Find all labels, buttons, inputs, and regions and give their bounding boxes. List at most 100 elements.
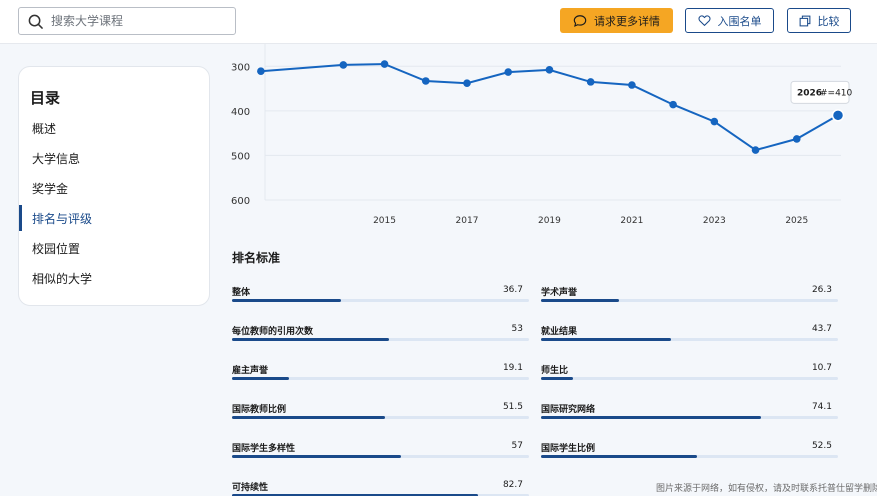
- criteria-bar-track: [541, 377, 838, 380]
- compare-label: 比较: [817, 14, 840, 28]
- request-info-label: 请求更多详情: [594, 14, 660, 28]
- toc-item-overview[interactable]: 概述: [19, 115, 209, 141]
- criteria-score: 82.7: [502, 480, 523, 490]
- ranking-line-chart: 300 400 500 600 2015 2017 2019 2021 2023 2025 20…: [231, 44, 853, 226]
- y-tick-label: 500: [231, 151, 250, 162]
- table-of-contents: 目录 概述 大学信息 奖学金 排名与评级 校园位置 相似的大学: [18, 66, 210, 306]
- criteria-bar-track: [541, 455, 838, 458]
- criteria-bar-track: [232, 416, 529, 419]
- criteria-name: 雇主声誉: [232, 366, 269, 376]
- shortlist-label: 入围名单: [717, 14, 762, 28]
- data-point[interactable]: [339, 61, 348, 69]
- criteria-item: 就业结果 43.7: [541, 324, 838, 344]
- toc-item-label: 概述: [32, 121, 57, 136]
- criteria-bar-fill: [232, 377, 289, 380]
- criteria-bar-track: [232, 377, 529, 380]
- criteria-item: 国际研究网络 74.1: [541, 402, 838, 422]
- criteria-score: 19.1: [502, 363, 523, 373]
- criteria-item: 雇主声誉 19.1: [232, 363, 529, 383]
- criteria-bar-fill: [232, 416, 385, 419]
- toc-item-university-info[interactable]: 大学信息: [19, 145, 209, 171]
- toc-item-rankings[interactable]: 排名与评级: [19, 205, 209, 231]
- criteria-name: 学术声誉: [541, 288, 578, 298]
- request-info-button[interactable]: 请求更多详情: [560, 8, 673, 33]
- chart-tooltip: 2026 #=410: [790, 80, 853, 104]
- tooltip-value: #=410: [820, 88, 853, 98]
- criteria-item: 国际学生比例 52.5: [541, 441, 838, 461]
- criteria-bar-track: [541, 416, 838, 419]
- toc-item-similar-universities[interactable]: 相似的大学: [19, 265, 209, 291]
- criteria-bar-fill: [232, 338, 390, 341]
- data-point[interactable]: [628, 81, 636, 89]
- criteria-title: 排名标准: [232, 251, 281, 265]
- y-tick-label: 300: [231, 62, 250, 73]
- data-point[interactable]: [586, 78, 595, 86]
- criteria-item: 整体 36.7: [232, 285, 529, 305]
- criteria-bar-fill: [232, 299, 341, 302]
- criteria-name: 师生比: [541, 366, 569, 376]
- heart-icon: [697, 15, 711, 27]
- criteria-bar-track: [232, 299, 529, 302]
- criteria-bar-track: [541, 338, 838, 341]
- criteria-score: 52.5: [811, 441, 832, 451]
- data-point[interactable]: [545, 66, 554, 74]
- criteria-item: 可持续性 82.7: [232, 480, 529, 496]
- data-point[interactable]: [504, 68, 513, 76]
- highlighted-data-point[interactable]: [831, 109, 845, 122]
- criteria-score: 26.3: [811, 285, 832, 295]
- criteria-item: 国际学生多样性 57: [232, 441, 529, 461]
- data-point[interactable]: [380, 60, 389, 68]
- criteria-name: 国际学生比例: [541, 444, 596, 454]
- data-point[interactable]: [421, 77, 430, 85]
- criteria-item: 学术声誉 26.3: [541, 285, 838, 305]
- x-tick-label: 2023: [703, 216, 726, 226]
- toc-item-label: 大学信息: [32, 151, 81, 166]
- criteria-score: 51.5: [502, 402, 523, 412]
- toc-item-label: 排名与评级: [32, 211, 93, 226]
- ranking-series-points: [257, 60, 845, 154]
- criteria-bar-fill: [541, 338, 671, 341]
- criteria-bar-fill: [232, 455, 402, 458]
- data-point[interactable]: [710, 117, 719, 126]
- criteria-bar-track: [232, 338, 529, 341]
- compare-button[interactable]: 比较: [787, 8, 851, 33]
- data-point[interactable]: [792, 135, 801, 143]
- ranking-series-line: [260, 63, 839, 152]
- criteria-bar-fill: [541, 299, 620, 302]
- tooltip-year: 2026: [797, 88, 822, 98]
- criteria-bar-fill: [541, 416, 762, 419]
- shortlist-button[interactable]: 入围名单: [685, 8, 774, 33]
- criteria-name: 国际教师比例: [232, 405, 287, 415]
- chart-x-ticks: 2015 2017 2019 2021 2023 2025: [373, 216, 808, 226]
- toc-item-label: 奖学金: [32, 181, 69, 196]
- toc-title: 目录: [30, 89, 61, 107]
- data-point[interactable]: [751, 146, 760, 154]
- chat-icon: [573, 14, 587, 27]
- criteria-name: 国际研究网络: [541, 405, 596, 415]
- criteria-name: 就业结果: [541, 327, 578, 337]
- criteria-name: 国际学生多样性: [232, 444, 296, 454]
- x-tick-label: 2019: [538, 216, 561, 226]
- y-tick-label: 600: [231, 196, 250, 207]
- criteria-bar-track: [232, 455, 529, 458]
- data-point[interactable]: [463, 79, 471, 88]
- search-box[interactable]: [18, 7, 236, 35]
- data-point[interactable]: [257, 67, 265, 75]
- criteria-score: 43.7: [811, 324, 832, 334]
- criteria-score: 10.7: [811, 363, 832, 373]
- x-tick-label: 2025: [785, 216, 808, 226]
- criteria-item: 每位教师的引用次数 53: [232, 324, 529, 344]
- data-point[interactable]: [669, 100, 677, 109]
- watermark-text: 图片来源于网络，如有侵权，请及时联系托普仕留学删除: [656, 484, 877, 494]
- criteria-item: 国际教师比例 51.5: [232, 402, 529, 422]
- criteria-score: 53: [511, 324, 523, 334]
- criteria-bar-track: [541, 299, 838, 302]
- toc-item-campus-location[interactable]: 校园位置: [19, 235, 209, 261]
- criteria-bar-fill: [541, 455, 697, 458]
- criteria-bar-fill: [541, 377, 573, 380]
- x-tick-label: 2021: [620, 216, 643, 226]
- search-input[interactable]: [51, 14, 211, 28]
- x-tick-label: 2017: [456, 216, 479, 226]
- toc-item-scholarships[interactable]: 奖学金: [19, 175, 209, 201]
- criteria-name: 可持续性: [232, 483, 269, 493]
